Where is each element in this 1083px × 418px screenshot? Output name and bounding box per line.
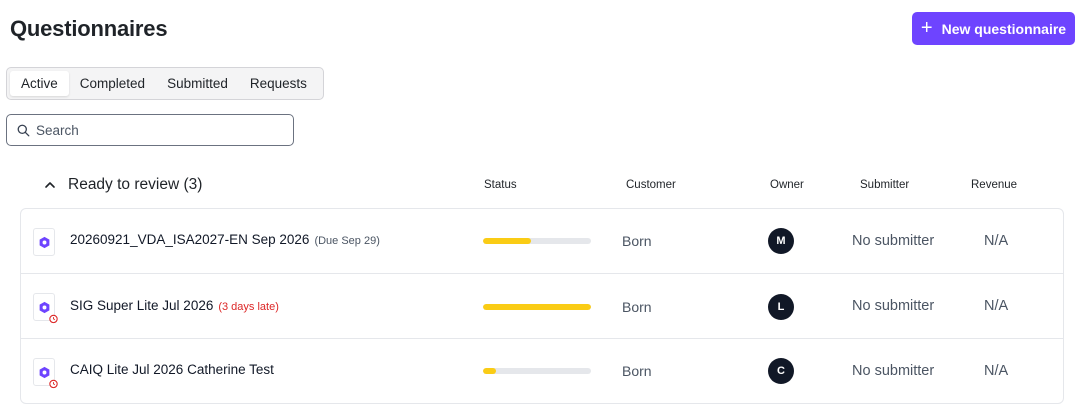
alarm-clock-icon bbox=[49, 379, 58, 389]
revenue-value: N/A bbox=[984, 298, 1009, 314]
page-title: Questionnaires bbox=[10, 16, 168, 41]
questionnaire-doc-icon bbox=[33, 358, 58, 389]
revenue-value: N/A bbox=[984, 233, 1009, 249]
column-header-owner: Owner bbox=[770, 179, 804, 191]
tab-submitted[interactable]: Submitted bbox=[156, 71, 239, 96]
search-icon bbox=[17, 124, 30, 136]
owner-avatar[interactable]: C bbox=[768, 358, 794, 384]
status-progress-bar bbox=[483, 368, 591, 374]
column-header-customer: Customer bbox=[626, 179, 676, 191]
new-questionnaire-button[interactable]: + New questionnaire bbox=[912, 12, 1075, 45]
status-progress-bar bbox=[483, 304, 591, 310]
table-row[interactable]: 20260921_VDA_ISA2027-EN Sep 2026 (Due Sep… bbox=[21, 209, 1063, 273]
questionnaire-name[interactable]: SIG Super Lite Jul 2026 (3 days late) bbox=[70, 298, 279, 313]
tab-requests[interactable]: Requests bbox=[239, 71, 318, 96]
revenue-value: N/A bbox=[984, 363, 1009, 379]
status-progress-bar bbox=[483, 238, 591, 244]
tab-completed[interactable]: Completed bbox=[69, 71, 156, 96]
tab-active[interactable]: Active bbox=[10, 71, 69, 96]
customer-name: Born bbox=[622, 363, 652, 379]
status-progress-fill bbox=[483, 304, 591, 310]
column-header-revenue: Revenue bbox=[971, 179, 1018, 191]
column-header-submitter: Submitter bbox=[860, 179, 910, 191]
chevron-up-icon bbox=[45, 182, 55, 188]
plus-icon: + bbox=[920, 16, 933, 39]
submitter-value: No submitter bbox=[852, 233, 935, 249]
group-label: Ready to review (3) bbox=[68, 176, 203, 193]
questionnaire-name[interactable]: 20260921_VDA_ISA2027-EN Sep 2026 (Due Sep… bbox=[70, 232, 380, 247]
group-toggle-ready-to-review[interactable]: Ready to review (3) bbox=[44, 176, 202, 194]
questionnaire-table: 20260921_VDA_ISA2027-EN Sep 2026 (Due Sep… bbox=[20, 208, 1064, 404]
questionnaire-name[interactable]: CAIQ Lite Jul 2026 Catherine Test bbox=[70, 362, 274, 377]
questionnaire-doc-icon bbox=[33, 293, 58, 324]
customer-name: Born bbox=[622, 299, 652, 315]
status-progress-fill bbox=[483, 238, 531, 244]
submitter-value: No submitter bbox=[852, 298, 935, 314]
submitter-value: No submitter bbox=[852, 363, 935, 379]
table-row[interactable]: SIG Super Lite Jul 2026 (3 days late) Bor… bbox=[21, 273, 1063, 337]
owner-avatar[interactable]: M bbox=[768, 228, 794, 254]
questionnaire-tabs: Active Completed Submitted Requests bbox=[6, 67, 324, 100]
alarm-clock-icon bbox=[49, 314, 58, 324]
questionnaire-doc-icon bbox=[33, 228, 55, 256]
search-input[interactable] bbox=[36, 122, 276, 138]
status-progress-fill bbox=[483, 368, 496, 374]
late-note: (3 days late) bbox=[218, 301, 279, 313]
table-row[interactable]: CAIQ Lite Jul 2026 Catherine Test Born C… bbox=[21, 338, 1063, 402]
customer-name: Born bbox=[622, 233, 652, 249]
search-box bbox=[6, 114, 294, 146]
new-questionnaire-label: New questionnaire bbox=[941, 20, 1067, 37]
owner-avatar[interactable]: L bbox=[768, 294, 794, 320]
due-note: (Due Sep 29) bbox=[314, 235, 380, 247]
column-header-status: Status bbox=[484, 179, 517, 191]
